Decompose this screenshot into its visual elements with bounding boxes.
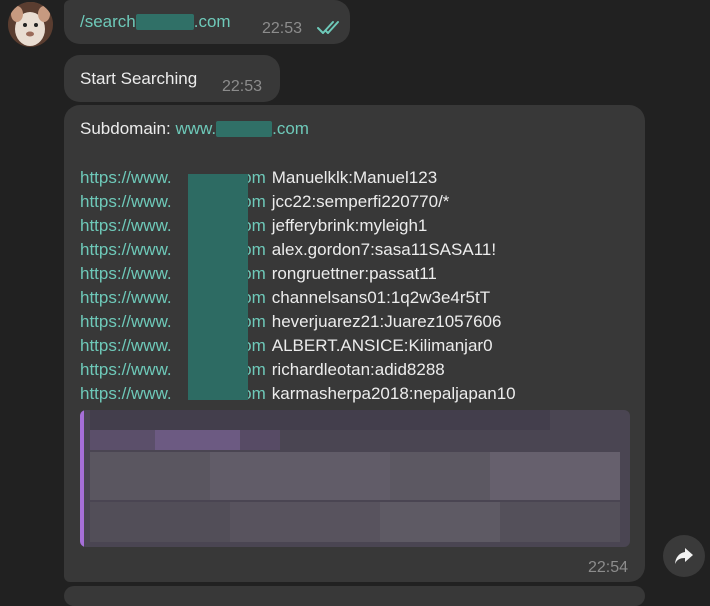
subdomain-prefix: www.: [175, 119, 217, 138]
list-item: https://www. com channelsans01:1q2w3e4r5tT: [80, 286, 516, 310]
credential-text: karmasherpa2018:nepaljapan10: [271, 384, 516, 403]
link-prefix: https://www.: [80, 384, 172, 403]
share-button[interactable]: [663, 535, 705, 577]
next-message-partial: [64, 586, 645, 606]
list-item: https://www. com richardleotan:adid8288: [80, 358, 516, 382]
double-check-icon: [317, 21, 339, 34]
link-prefix: https://www.: [80, 336, 172, 355]
results-list: https://www. com Manuelklk:Manuel123 https…: [80, 166, 516, 406]
pixelated-block: [90, 410, 550, 430]
message-start-searching[interactable]: Start Searching 22:53: [64, 55, 280, 102]
link-prefix: https://www.: [80, 240, 172, 259]
link-prefix: https://www.: [80, 168, 172, 187]
list-item: https://www. com alex.gordon7:sasa11SASA11…: [80, 238, 516, 262]
avatar[interactable]: [8, 2, 53, 47]
credential-text: ALBERT.ANSICE:Kilimanjar0: [271, 336, 493, 355]
credential-text: jcc22:semperfi220770/*: [271, 192, 450, 211]
link-prefix: https://www.: [80, 264, 172, 283]
pixelated-block: [390, 452, 490, 500]
list-item: https://www. com Manuelklk:Manuel123: [80, 166, 516, 190]
credential-text: richardleotan:adid8288: [271, 360, 445, 379]
message-command[interactable]: /search .com 22:53: [64, 0, 350, 44]
list-item: https://www. com rongruettner:passat11: [80, 262, 516, 286]
preview-accent-bar: [80, 410, 84, 547]
list-item: https://www. com ALBERT.ANSICE:Kilimanjar0: [80, 334, 516, 358]
link-prefix: https://www.: [80, 312, 172, 331]
credential-text: alex.gordon7:sasa11SASA11!: [271, 240, 497, 259]
pixelated-block: [240, 430, 280, 450]
subdomain-link[interactable]: www. .com: [175, 119, 308, 138]
share-arrow-icon: [675, 548, 693, 564]
pixelated-block: [380, 502, 500, 542]
link-prefix: https://www.: [80, 192, 172, 211]
command-prefix: /search: [80, 12, 136, 31]
list-item: https://www. com jcc22:semperfi220770/*: [80, 190, 516, 214]
pixelated-block: [500, 502, 620, 542]
link-prefix: https://www.: [80, 216, 172, 235]
start-text: Start Searching: [80, 69, 198, 88]
command-text: /search .com: [80, 12, 231, 32]
message-time: 22:54: [588, 559, 629, 576]
message-results[interactable]: Subdomain: www. .com https://www. com Manue…: [64, 105, 645, 582]
link-preview[interactable]: [80, 410, 630, 547]
pixelated-block: [490, 452, 620, 500]
subdomain-line: Subdomain: www. .com: [80, 119, 309, 139]
subdomain-suffix: .com: [272, 119, 309, 138]
redaction-block: [188, 174, 248, 400]
command-suffix: .com: [193, 12, 231, 31]
list-item: https://www. com karmasherpa2018:nepaljapa…: [80, 382, 516, 406]
redacted-domain: [135, 14, 194, 30]
pixelated-block: [90, 452, 210, 500]
link-prefix: https://www.: [80, 288, 172, 307]
link-prefix: https://www.: [80, 360, 172, 379]
pixelated-block: [210, 452, 390, 500]
credential-text: heverjuarez21:Juarez1057606: [271, 312, 502, 331]
pixelated-block: [155, 430, 240, 450]
credential-text: jefferybrink:myleigh1: [271, 216, 428, 235]
pixelated-block: [90, 430, 155, 450]
avatar-image: [8, 2, 53, 47]
pixelated-block: [90, 502, 230, 542]
redacted-domain: [216, 121, 273, 137]
list-item: https://www. com heverjuarez21:Juarez10576…: [80, 310, 516, 334]
pixelated-block: [230, 502, 380, 542]
credential-text: Manuelklk:Manuel123: [271, 168, 438, 187]
message-time: 22:53: [222, 78, 263, 95]
subdomain-label: Subdomain:: [80, 119, 171, 138]
message-time: 22:53: [262, 20, 303, 37]
list-item: https://www. com jefferybrink:myleigh1: [80, 214, 516, 238]
credential-text: rongruettner:passat11: [271, 264, 437, 283]
credential-text: channelsans01:1q2w3e4r5tT: [271, 288, 491, 307]
